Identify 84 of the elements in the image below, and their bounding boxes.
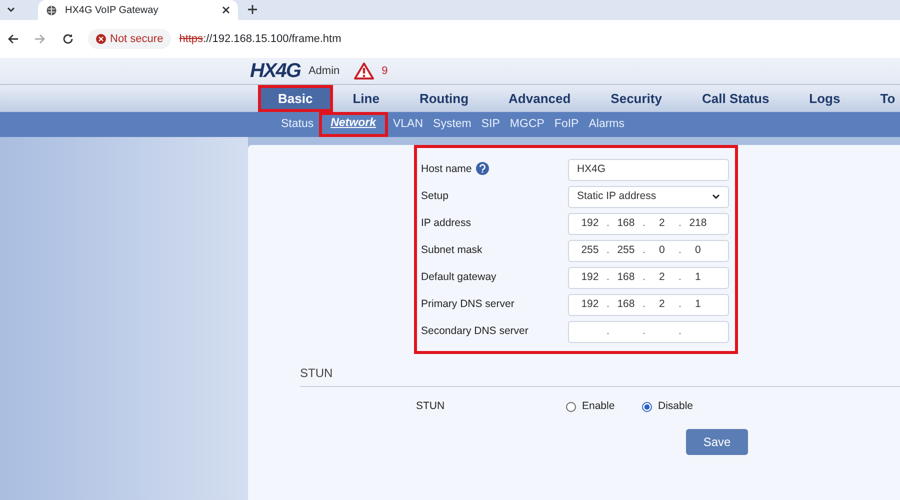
octet-text: 1	[694, 296, 702, 312]
sub-tab[interactable]: Alarms	[584, 116, 630, 134]
nav-tab[interactable]: Logs	[789, 85, 860, 112]
text-field[interactable]: HX4G	[568, 158, 729, 180]
url-text[interactable]: https://192.168.15.100/frame.htm	[179, 30, 342, 48]
dot-separator: .	[641, 324, 646, 339]
alarm-count: 9	[382, 64, 388, 79]
octet-text: 0	[658, 242, 666, 258]
save-button[interactable]: Save	[686, 428, 748, 455]
dot-separator: .	[605, 270, 610, 285]
error-icon	[96, 34, 106, 44]
octet-text: 192	[580, 296, 600, 312]
security-indicator[interactable]: Not secure	[88, 28, 172, 50]
dot-separator: .	[677, 324, 682, 339]
sub-tab[interactable]: VLAN	[388, 116, 428, 134]
nav-tab[interactable]: Basic	[258, 85, 333, 112]
radio-option[interactable]: Disable	[642, 399, 718, 415]
octet-text: 168	[616, 270, 636, 285]
ip-address-field[interactable]: . . .	[568, 320, 729, 342]
field-label: Default gateway	[421, 270, 498, 285]
nav-tab[interactable]: Security	[590, 85, 682, 112]
octet-text: 255	[580, 242, 600, 258]
field-label: Setup	[421, 188, 450, 204]
dot-separator: .	[677, 270, 682, 285]
field-label: Host name	[421, 162, 472, 175]
help-icon[interactable]	[476, 162, 489, 176]
back-icon[interactable]	[7, 33, 19, 45]
octet-text: 1	[694, 270, 702, 285]
field-label: Primary DNS server	[421, 296, 516, 312]
close-icon[interactable]	[222, 6, 230, 14]
octet-text: 255	[616, 242, 636, 258]
ip-address-field[interactable]: 192 . 168 . 2 . 1	[568, 266, 729, 288]
user-name: Admin	[308, 64, 340, 79]
section-heading: STUN	[300, 364, 900, 387]
field-label: Secondary DNS server	[421, 324, 530, 339]
octet-text: 168	[616, 216, 636, 231]
sub-tab[interactable]: System	[428, 116, 476, 134]
radio-option[interactable]: Enable	[566, 399, 642, 415]
dot-separator: .	[641, 216, 646, 231]
sub-tab[interactable]: FoIP	[549, 116, 584, 134]
nav-tab[interactable]: Advanced	[488, 85, 591, 112]
ip-address-field[interactable]: 255 . 255 . 0 . 0	[568, 240, 729, 262]
octet-text: 218	[688, 216, 708, 231]
plus-icon[interactable]	[248, 5, 257, 14]
warning-icon[interactable]	[354, 62, 374, 80]
dot-separator: .	[677, 216, 682, 231]
select-field[interactable]: Static IP address	[568, 186, 729, 208]
dot-separator: .	[605, 296, 610, 312]
chevron-down-icon	[712, 194, 720, 200]
nav-tab[interactable]: Line	[332, 85, 400, 112]
dot-separator: .	[605, 324, 610, 339]
octet-text: 192	[580, 270, 600, 285]
globe-icon	[46, 4, 57, 16]
octet-text: 2	[658, 296, 666, 312]
logo: HX4G	[250, 59, 300, 84]
dot-separator: .	[641, 296, 646, 312]
nav-tab[interactable]: Call Status	[682, 85, 790, 112]
octet-text: 168	[616, 296, 636, 312]
octet-text: 192	[580, 216, 600, 231]
dot-separator: .	[677, 242, 682, 258]
nav-tab[interactable]: To	[860, 85, 900, 112]
reload-icon[interactable]	[62, 33, 74, 45]
tab-title: HX4G VoIP Gateway	[65, 4, 160, 18]
sub-tab[interactable]: SIP	[476, 116, 505, 134]
dot-separator: .	[641, 270, 646, 285]
octet-text: 0	[694, 242, 702, 258]
dot-separator: .	[641, 242, 646, 258]
browser-tab[interactable]: HX4G VoIP Gateway	[38, 0, 238, 20]
ip-address-field[interactable]: 192 . 168 . 2 . 1	[568, 294, 729, 316]
nav-tab[interactable]: Routing	[399, 85, 489, 112]
sub-tab[interactable]: Network	[318, 112, 388, 137]
field-label: Subnet mask	[421, 242, 484, 258]
ip-address-field[interactable]: 192 . 168 . 2 . 218	[568, 212, 729, 234]
octet-text: 2	[658, 270, 666, 285]
sub-tab[interactable]: MGCP	[504, 116, 550, 134]
sub-tab[interactable]: Status	[276, 116, 319, 134]
dot-separator: .	[677, 296, 682, 312]
field-label: IP address	[421, 216, 472, 231]
dot-separator: .	[605, 216, 610, 231]
question-mark-icon	[478, 164, 486, 174]
chevron-down-icon[interactable]	[6, 5, 16, 15]
octet-text: 2	[658, 216, 666, 231]
field-label: STUN	[416, 399, 446, 414]
dot-separator: .	[605, 242, 610, 258]
